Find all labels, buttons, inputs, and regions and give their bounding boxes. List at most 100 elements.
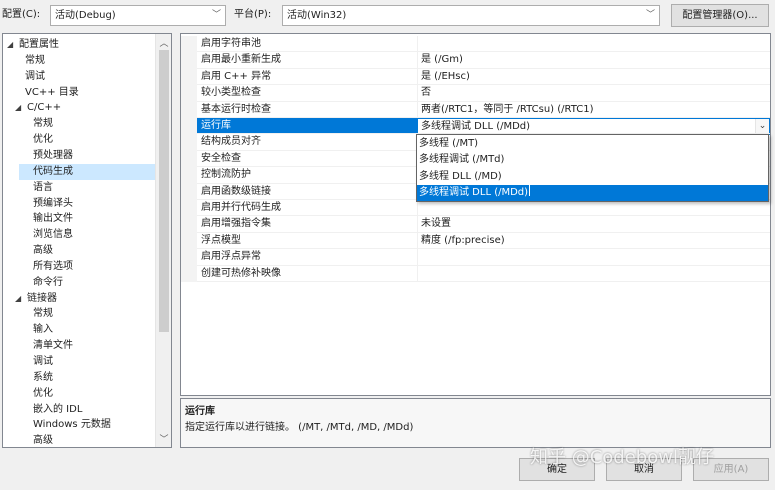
row-gutter <box>181 216 197 233</box>
tree-item[interactable]: Windows 元数据 <box>33 417 111 433</box>
tree-item[interactable]: 高级 <box>33 433 53 447</box>
scrollbar-thumb[interactable] <box>159 50 169 332</box>
tree-item-label: 高级 <box>33 435 53 447</box>
config-manager-button[interactable]: 配置管理器(O)... <box>671 4 769 27</box>
description-text: 指定运行库以进行链接。 (/MT, /MTd, /MD, /MDd) <box>185 422 414 433</box>
dropdown-option[interactable]: 多线程 (/MT) <box>417 136 768 152</box>
property-value[interactable]: 两者(/RTC1，等同于 /RTCsu) (/RTC1) <box>421 102 594 118</box>
property-tree[interactable]: ◢ 配置属性 常规 调试 VC++ 目录 ◢ C/C++ 常规 优化 预处理器 代码生成 语言 预编译头… <box>2 33 172 448</box>
dropdown-option[interactable]: 多线程 DLL (/MD) <box>417 169 768 185</box>
chevron-down-icon: ﹀ <box>211 10 221 20</box>
property-row[interactable]: 启用增强指令集 未设置 <box>181 216 770 233</box>
property-name: 启用字符串池 <box>201 38 261 49</box>
property-row[interactable]: 启用 C++ 异常 是 (/EHsc) <box>181 68 770 86</box>
tree-item[interactable]: 调试 <box>25 69 45 85</box>
tree-item-label: 清单文件 <box>33 340 73 352</box>
platform-value: 活动(Win32) <box>287 10 347 21</box>
property-row[interactable]: 浮点模型 精度 (/fp:precise) <box>181 232 770 250</box>
chevron-down-icon: ﹀ <box>645 10 655 20</box>
column-separator <box>417 232 418 250</box>
column-separator <box>417 85 418 102</box>
chevron-down-icon[interactable]: ⌄ <box>755 119 769 134</box>
tree-item[interactable]: 输出文件 <box>33 211 73 227</box>
tree-item-label: 代码生成 <box>33 165 73 177</box>
tree-item[interactable]: 输入 <box>33 322 53 338</box>
tree-item[interactable]: 代码生成 <box>19 163 155 180</box>
property-value[interactable]: 精度 (/fp:precise) <box>421 233 505 249</box>
tree-item-label: Windows 元数据 <box>33 419 111 431</box>
tree-item-label: 常规 <box>25 54 45 66</box>
dropdown-option[interactable]: 多线程调试 (/MTd) <box>417 152 768 168</box>
property-value[interactable]: 否 <box>421 85 431 101</box>
tree-item-label: 所有选项 <box>33 260 73 272</box>
row-gutter <box>181 68 197 86</box>
property-name: 启用增强指令集 <box>201 218 271 230</box>
tree-group[interactable]: ◢ 配置属性 <box>7 37 59 53</box>
tree-item[interactable]: 浏览信息 <box>33 227 73 243</box>
tree-item[interactable]: 系统 <box>33 370 53 386</box>
property-name: 浮点模型 <box>201 234 241 246</box>
scroll-up-icon[interactable]: ︿ <box>156 36 171 49</box>
property-name: 启用最小重新生成 <box>201 54 281 66</box>
tree-scrollbar[interactable]: ︿ ﹀ <box>155 34 171 447</box>
watermark-text: 知乎 @Codebowl靓仔 <box>530 447 714 468</box>
column-separator <box>417 68 418 86</box>
tree-group[interactable]: ◢ 链接器 <box>15 291 57 307</box>
property-row[interactable]: 启用浮点异常 <box>181 249 770 266</box>
property-row[interactable]: 运行库 多线程调试 DLL (/MDd) ⌄ <box>181 118 770 135</box>
tree-item-label: 调试 <box>33 356 53 367</box>
tree-item[interactable]: 所有选项 <box>33 259 73 275</box>
property-row[interactable]: 启用字符串池 <box>181 36 770 53</box>
tree-item-label: 高级 <box>33 245 53 257</box>
property-value[interactable]: 是 (/EHsc) <box>421 69 470 85</box>
tree-item-label: 语言 <box>33 181 53 193</box>
tree-item[interactable]: 常规 <box>25 53 45 69</box>
row-gutter <box>181 36 197 53</box>
tree-item[interactable]: 优化 <box>33 132 53 148</box>
tree-item-label: 输入 <box>33 324 53 336</box>
tree-item[interactable]: 语言 <box>33 180 53 196</box>
row-gutter <box>181 265 197 282</box>
runtime-library-dropdown[interactable]: 多线程 (/MT) 多线程调试 (/MTd) 多线程 DLL (/MD) 多线程调试 … <box>416 134 769 202</box>
tree-item-label: 优化 <box>33 387 53 399</box>
property-name: 启用函数级链接 <box>201 185 271 197</box>
row-gutter <box>181 232 197 250</box>
scroll-down-icon[interactable]: ﹀ <box>156 432 171 445</box>
tree-item[interactable]: 清单文件 <box>33 338 73 354</box>
row-gutter <box>181 85 197 102</box>
config-label: 配置(C): <box>2 9 41 20</box>
tree-item[interactable]: 命令行 <box>33 275 63 291</box>
property-row[interactable]: 启用最小重新生成 是 (/Gm) <box>181 52 770 69</box>
description-title: 运行库 <box>185 406 215 417</box>
dropdown-option[interactable]: 多线程调试 DLL (/MDd) <box>417 184 768 201</box>
property-name: 启用并行代码生成 <box>201 202 281 213</box>
platform-combo[interactable]: 活动(Win32) ﹀ <box>282 5 660 26</box>
property-value[interactable]: 是 (/Gm) <box>421 52 463 68</box>
tree-group[interactable]: ◢ C/C++ <box>15 100 61 116</box>
tree-item[interactable]: 调试 <box>33 354 53 370</box>
property-row[interactable]: 较小类型检查 否 <box>181 85 770 102</box>
property-name: 结构成员对齐 <box>201 136 261 148</box>
expand-toggle-icon[interactable]: ◢ <box>15 100 27 116</box>
tree-item[interactable]: 预处理器 <box>33 148 73 164</box>
column-separator <box>417 52 418 69</box>
tree-item[interactable]: VC++ 目录 <box>25 85 79 101</box>
property-row[interactable]: 创建可热修补映像 <box>181 265 770 282</box>
expand-toggle-icon[interactable]: ◢ <box>15 291 27 307</box>
row-gutter <box>181 150 197 168</box>
config-combo[interactable]: 活动(Debug) ﹀ <box>50 5 226 26</box>
tree-item-label: 配置属性 <box>19 39 59 50</box>
property-value: 多线程调试 DLL (/MDd) <box>421 121 531 132</box>
expand-toggle-icon[interactable]: ◢ <box>7 37 19 53</box>
tree-item[interactable]: 常规 <box>33 116 53 132</box>
property-row[interactable]: 基本运行时检查 两者(/RTC1，等同于 /RTCsu) (/RTC1) <box>181 101 770 118</box>
tree-item[interactable]: 优化 <box>33 386 53 402</box>
property-grid[interactable]: 启用字符串池启用最小重新生成 是 (/Gm) 启用 C++ 异常是 (/EHsc) 较… <box>180 33 771 396</box>
property-value[interactable]: 未设置 <box>421 216 451 232</box>
tree-item[interactable]: 高级 <box>33 243 53 259</box>
dropdown-option-label: 多线程调试 DLL (/MDd) <box>419 186 529 198</box>
property-row[interactable]: 启用并行代码生成 <box>181 200 770 217</box>
tree-item[interactable]: 嵌入的 IDL <box>33 402 82 418</box>
tree-item[interactable]: 预编译头 <box>33 196 73 212</box>
tree-item[interactable]: 常规 <box>33 306 53 322</box>
